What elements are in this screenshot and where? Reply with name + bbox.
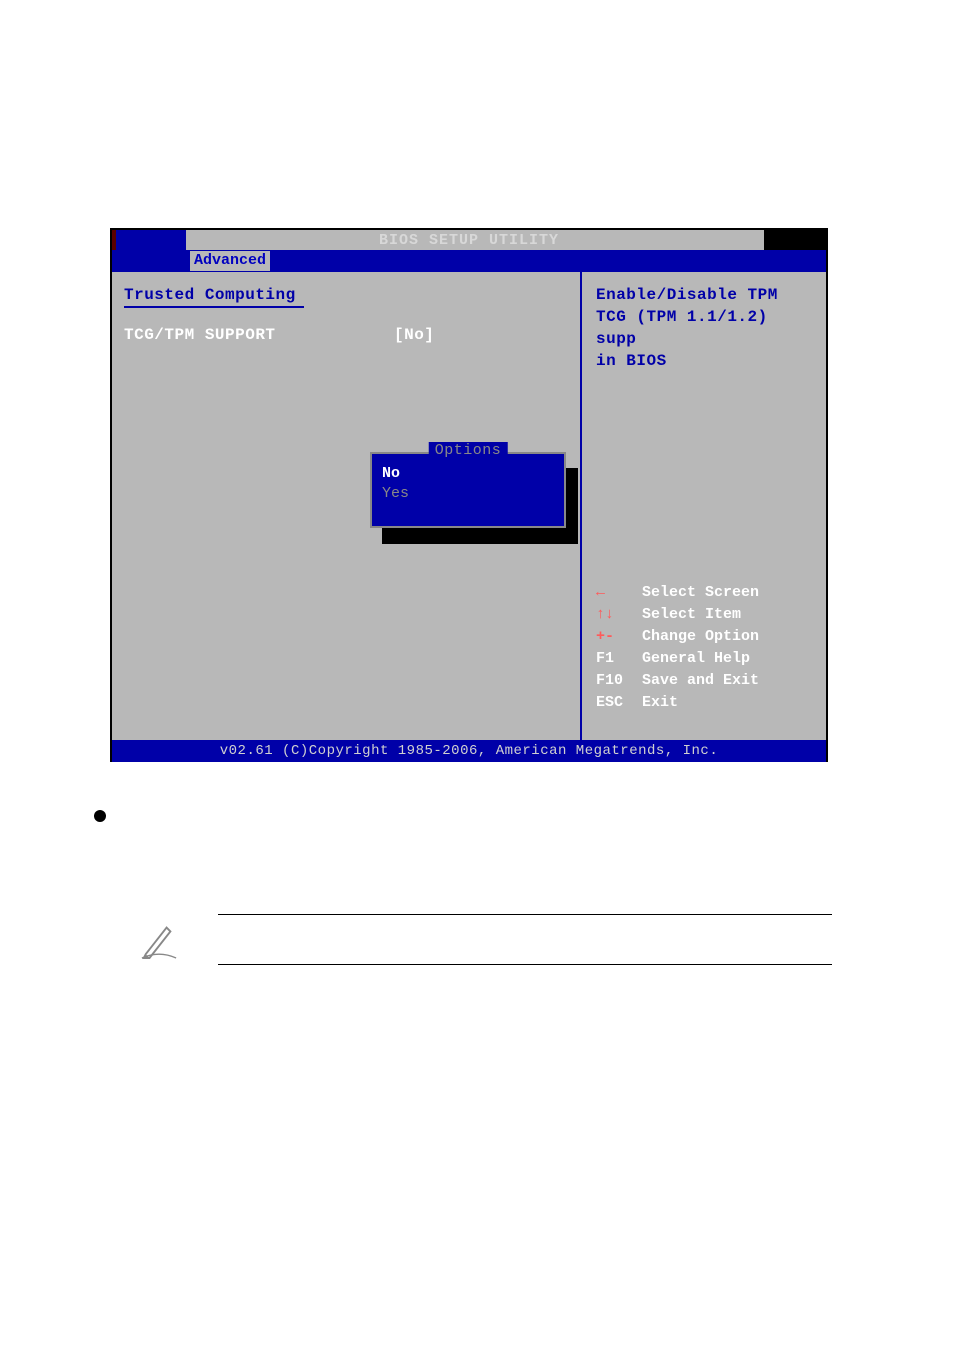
options-list: No Yes (372, 454, 564, 510)
nav-key-arrow-left-icon: ← (596, 582, 642, 604)
main-pane: Trusted Computing TCG/TPM SUPPORT [No] O… (112, 272, 582, 740)
setting-tcg-tpm-support[interactable]: TCG/TPM SUPPORT [No] (124, 326, 568, 344)
nav-desc: Save and Exit (642, 670, 759, 692)
app-title: BIOS SETUP UTILITY (379, 232, 559, 249)
titlebar-right-block (764, 230, 826, 250)
body-area: Trusted Computing TCG/TPM SUPPORT [No] O… (112, 272, 826, 740)
footer: v02.61 (C)Copyright 1985-2006, American … (112, 740, 826, 762)
tab-advanced[interactable]: Advanced (190, 251, 270, 271)
note-pen-icon (140, 918, 178, 960)
nav-key-plusminus-icon: +- (596, 626, 642, 648)
nav-exit: ESC Exit (596, 692, 759, 714)
nav-desc: Select Item (642, 604, 741, 626)
help-line-2: TCG (TPM 1.1/1.2) supp (596, 306, 816, 350)
nav-key-arrows-updown-icon: ↑↓ (596, 604, 642, 626)
bullet-icon (94, 810, 106, 822)
nav-key-esc: ESC (596, 692, 642, 714)
help-line-1: Enable/Disable TPM (596, 284, 816, 306)
nav-desc: Change Option (642, 626, 759, 648)
help-text: Enable/Disable TPM TCG (TPM 1.1/1.2) sup… (596, 284, 816, 372)
setting-value: [No] (394, 326, 434, 344)
divider-line (218, 964, 832, 965)
setting-label: TCG/TPM SUPPORT (124, 326, 394, 344)
section-title: Trusted Computing (124, 286, 568, 304)
menubar: Advanced (112, 250, 826, 272)
footer-text: v02.61 (C)Copyright 1985-2006, American … (220, 743, 718, 759)
titlebar-left-block (112, 230, 186, 250)
options-popup: Options No Yes (370, 452, 566, 528)
nav-change-option: +- Change Option (596, 626, 759, 648)
nav-desc: General Help (642, 648, 750, 670)
titlebar: BIOS SETUP UTILITY (112, 230, 826, 250)
nav-desc: Exit (642, 692, 678, 714)
nav-general-help: F1 General Help (596, 648, 759, 670)
help-line-3: in BIOS (596, 350, 816, 372)
nav-key-f1: F1 (596, 648, 642, 670)
options-popup-title: Options (429, 442, 508, 459)
option-yes[interactable]: Yes (382, 484, 554, 504)
divider-line (218, 914, 832, 915)
bios-window: BIOS SETUP UTILITY Advanced Trusted Comp… (110, 228, 828, 762)
nav-save-exit: F10 Save and Exit (596, 670, 759, 692)
nav-select-item: ↑↓ Select Item (596, 604, 759, 626)
nav-help: ← Select Screen ↑↓ Select Item +- Change… (596, 582, 759, 714)
help-pane: Enable/Disable TPM TCG (TPM 1.1/1.2) sup… (582, 272, 826, 740)
nav-key-f10: F10 (596, 670, 642, 692)
option-no[interactable]: No (382, 464, 554, 484)
nav-select-screen: ← Select Screen (596, 582, 759, 604)
section-underline (124, 306, 304, 308)
nav-desc: Select Screen (642, 582, 759, 604)
